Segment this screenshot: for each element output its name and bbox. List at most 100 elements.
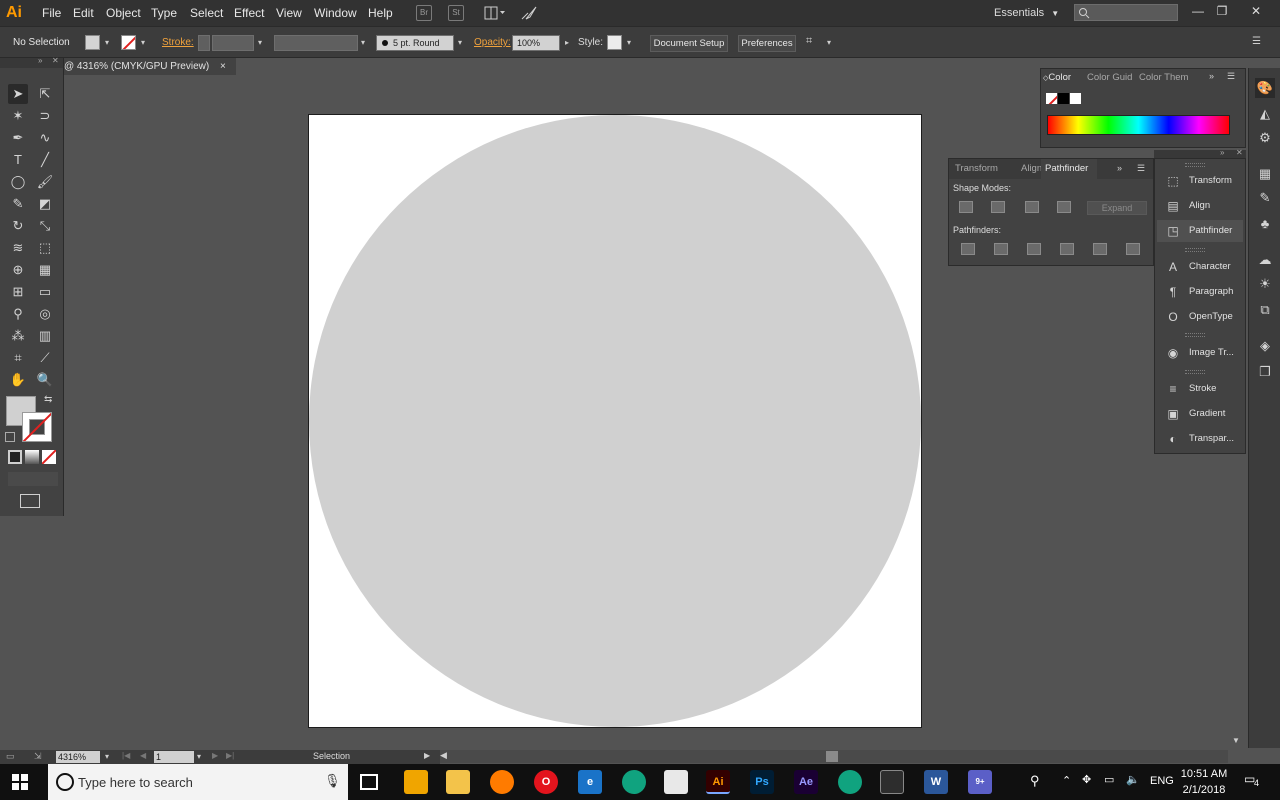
artboard-number-field[interactable]: 1: [154, 751, 194, 763]
terminal-icon[interactable]: [880, 770, 904, 794]
first-artboard-icon[interactable]: |◀: [122, 751, 130, 760]
menu-effect[interactable]: Effect: [234, 0, 264, 26]
none-mode-icon[interactable]: [42, 450, 56, 464]
blend-tool-icon[interactable]: ◎: [35, 304, 55, 324]
tab-transform[interactable]: Transform: [955, 163, 998, 174]
layers-icon[interactable]: ◈: [1255, 336, 1275, 356]
dock-grip[interactable]: [1185, 248, 1205, 252]
selection-tool-icon[interactable]: ➤: [8, 84, 28, 104]
menu-view[interactable]: View: [276, 0, 302, 26]
document-tab[interactable]: @ 4316% (CMYK/GPU Preview) ×: [64, 58, 236, 75]
stroke-weight-stepper[interactable]: [198, 35, 210, 51]
gpu-performance-icon[interactable]: [520, 5, 538, 21]
next-artboard-icon[interactable]: ▶: [212, 751, 218, 760]
chatgpt-icon-2[interactable]: [838, 770, 862, 794]
menu-object[interactable]: Object: [106, 0, 141, 26]
default-fill-stroke-icon[interactable]: [5, 432, 15, 442]
minus-front-icon[interactable]: [991, 201, 1005, 213]
expand-pathfinder-icon[interactable]: »: [1117, 163, 1122, 173]
menu-type[interactable]: Type: [151, 0, 177, 26]
color-spectrum[interactable]: [1047, 115, 1230, 135]
color-themes-icon[interactable]: ⚙: [1255, 128, 1275, 148]
preferences-button[interactable]: Preferences: [738, 35, 796, 52]
brushes-icon[interactable]: ✎: [1255, 188, 1275, 208]
games-icon[interactable]: 9+: [968, 770, 992, 794]
fill-swatch[interactable]: [85, 35, 100, 50]
gradient-mode-icon[interactable]: [25, 450, 39, 464]
paintbrush-tool-icon[interactable]: 🖌: [35, 172, 55, 192]
trim-icon[interactable]: [994, 243, 1008, 255]
direct-selection-tool-icon[interactable]: ⇱: [35, 84, 55, 104]
file-explorer-icon[interactable]: [446, 770, 470, 794]
tab-color[interactable]: ◇Color: [1043, 72, 1071, 83]
minimize-button[interactable]: —: [1188, 2, 1208, 20]
width-tool-icon[interactable]: ≋: [8, 238, 28, 258]
dock-grip[interactable]: [1185, 370, 1205, 374]
photoshop-icon[interactable]: Ps: [750, 770, 774, 794]
free-transform-tool-icon[interactable]: ⬚: [35, 238, 55, 258]
circle-shape[interactable]: [309, 115, 921, 727]
shape-builder-tool-icon[interactable]: ⊕: [8, 260, 28, 280]
color-guide-icon[interactable]: ◭: [1255, 104, 1275, 124]
artboard-tool-icon[interactable]: ⌗: [8, 348, 28, 368]
after-effects-icon[interactable]: Ae: [794, 770, 818, 794]
clock-date[interactable]: 2/1/2018: [1176, 784, 1232, 796]
mesh-tool-icon[interactable]: ⊞: [8, 282, 28, 302]
hand-tool-icon[interactable]: ✋: [8, 370, 28, 390]
control-bar-menu-icon[interactable]: ☰: [1252, 36, 1266, 48]
close-window-button[interactable]: ✕: [1246, 2, 1266, 20]
horizontal-scrollbar[interactable]: ◀: [440, 750, 1228, 763]
variable-width-profile[interactable]: [274, 35, 358, 51]
appearance-icon[interactable]: ☀: [1255, 274, 1275, 294]
dock-grip[interactable]: [1185, 333, 1205, 337]
workspace-switcher[interactable]: Essentials ▼: [994, 0, 1059, 26]
scroll-left-icon[interactable]: ◀: [440, 750, 447, 761]
stock-icon[interactable]: St: [448, 5, 464, 21]
divide-icon[interactable]: [961, 243, 975, 255]
artboard-dropdown-icon[interactable]: ▾: [194, 751, 204, 763]
edge-icon[interactable]: e: [578, 770, 602, 794]
artboard[interactable]: [308, 114, 922, 728]
last-artboard-icon[interactable]: ▶|: [226, 751, 234, 760]
stroke-weight-field[interactable]: [212, 35, 254, 51]
tools-panel-header[interactable]: » ✕: [0, 56, 63, 68]
gradient-tool-icon[interactable]: ▭: [35, 282, 55, 302]
style-dropdown-icon[interactable]: ▾: [624, 37, 634, 49]
zoom-field[interactable]: 4316%: [56, 751, 100, 763]
stroke-dropdown-icon[interactable]: ▾: [138, 37, 148, 49]
menu-edit[interactable]: Edit: [73, 0, 94, 26]
pathfinder-menu-icon[interactable]: ☰: [1137, 163, 1145, 174]
eraser-tool-icon[interactable]: ◩: [35, 194, 55, 214]
help-search-input[interactable]: [1074, 4, 1178, 21]
graphic-style-swatch[interactable]: [607, 35, 622, 50]
illustrator-icon[interactable]: Ai: [706, 770, 730, 794]
stroke-label[interactable]: Stroke:: [162, 37, 194, 48]
stroke-weight-dropdown-icon[interactable]: ▾: [255, 37, 265, 49]
brush-definition-field[interactable]: 5 pt. Round: [376, 35, 454, 51]
arrange-documents-icon[interactable]: [484, 6, 506, 20]
opera-icon[interactable]: O: [534, 770, 558, 794]
menu-file[interactable]: File: [42, 0, 61, 26]
tab-color-guide[interactable]: Color Guid: [1087, 72, 1132, 83]
swatches-icon[interactable]: ▦: [1255, 164, 1275, 184]
intersect-icon[interactable]: [1025, 201, 1039, 213]
scroll-down-icon[interactable]: ▼: [1232, 736, 1240, 745]
menu-help[interactable]: Help: [368, 0, 393, 26]
perspective-grid-tool-icon[interactable]: ▦: [35, 260, 55, 280]
menu-select[interactable]: Select: [190, 0, 223, 26]
white-color-swatch[interactable]: [1070, 93, 1081, 104]
symbols-icon[interactable]: ♣: [1255, 214, 1275, 234]
network-icon[interactable]: ▭: [1104, 773, 1114, 786]
windows-start-icon[interactable]: [12, 774, 28, 790]
prev-artboard-icon[interactable]: ◀: [140, 751, 146, 760]
stroke-color-box[interactable]: [22, 412, 52, 442]
screen-mode-icon[interactable]: [20, 494, 40, 508]
dropbox-icon[interactable]: ✥: [1082, 773, 1091, 786]
zoom-dropdown-icon[interactable]: ▾: [102, 751, 112, 763]
volume-icon[interactable]: 🔈: [1126, 773, 1140, 786]
fill-dropdown-icon[interactable]: ▾: [102, 37, 112, 49]
scroll-thumb[interactable]: [826, 751, 838, 762]
opacity-label[interactable]: Opacity:: [474, 37, 511, 48]
firefox-icon[interactable]: [490, 770, 514, 794]
expand-button[interactable]: Expand: [1087, 201, 1147, 215]
